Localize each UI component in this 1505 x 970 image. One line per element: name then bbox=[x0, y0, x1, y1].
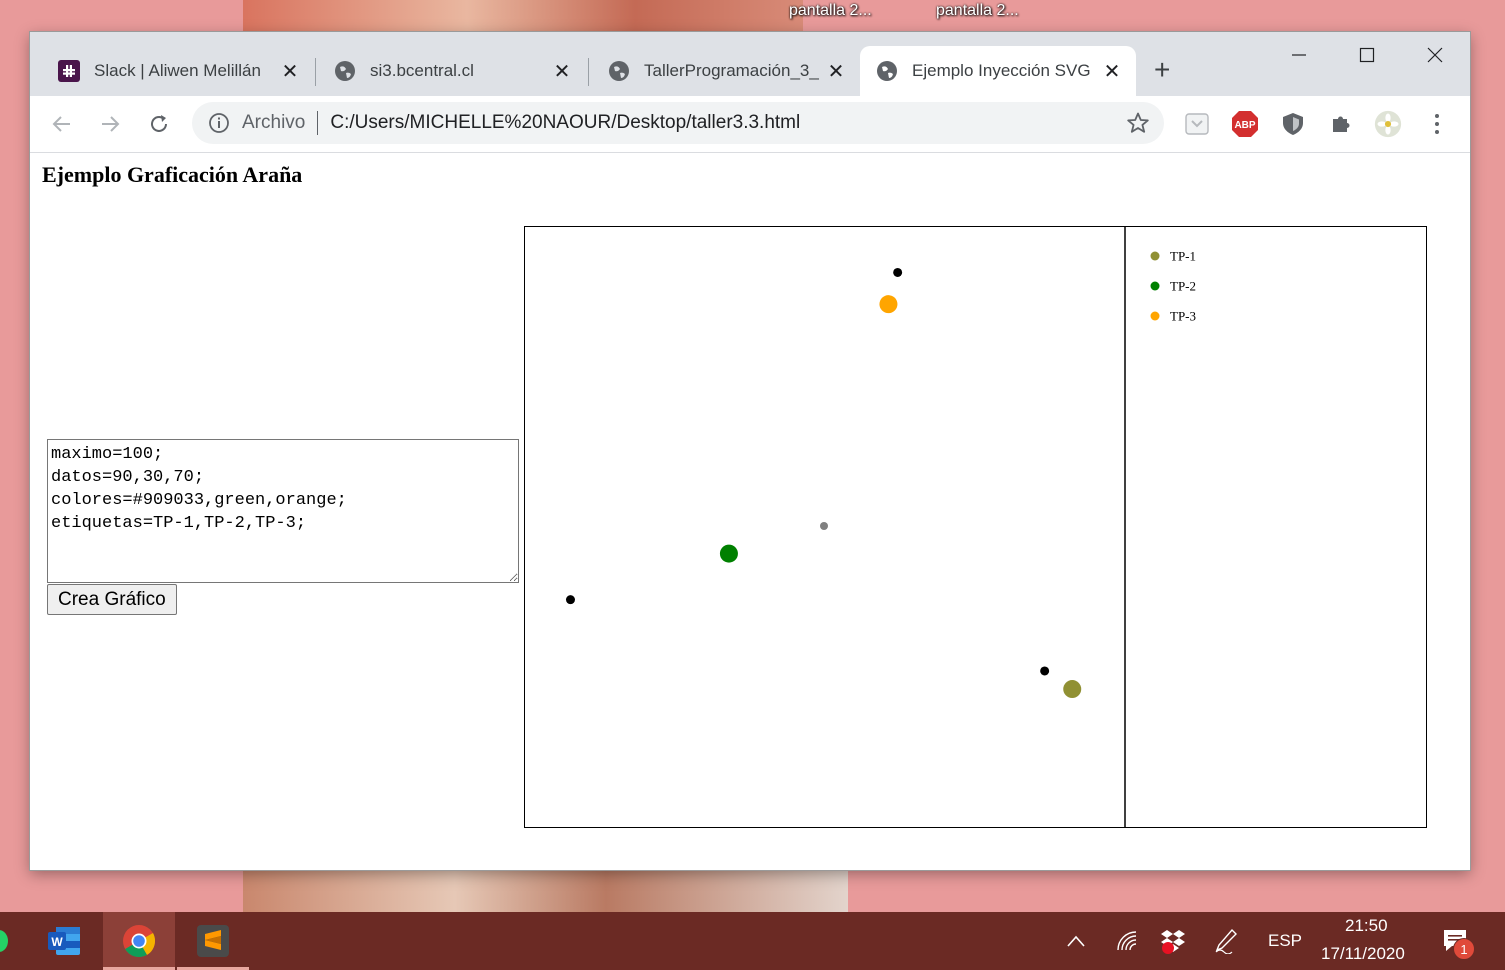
tab-slack[interactable]: Slack | Aliwen Melillán ✕ bbox=[42, 46, 314, 96]
create-chart-button[interactable]: Crea Gráfico bbox=[47, 584, 177, 615]
legend-label: TP-1 bbox=[1170, 249, 1196, 264]
menu-button[interactable] bbox=[1423, 110, 1451, 138]
arrow-right-icon bbox=[102, 116, 120, 132]
axis-reference-point bbox=[1040, 666, 1050, 676]
close-window-button[interactable] bbox=[1415, 40, 1455, 70]
page-content: Ejemplo Graficación Araña Crea Gráfico T… bbox=[30, 153, 1470, 870]
legend-label: TP-3 bbox=[1170, 309, 1196, 324]
taskbar-chrome[interactable] bbox=[103, 912, 175, 970]
globe-icon bbox=[335, 61, 355, 81]
clock-date[interactable]: 17/11/2020 bbox=[1321, 944, 1405, 964]
close-tab-icon[interactable]: ✕ bbox=[1100, 59, 1124, 83]
data-point-tp-2 bbox=[719, 544, 738, 563]
browser-toolbar: Archivo C:/Users/MICHELLE%20NAOUR/Deskto… bbox=[30, 96, 1470, 153]
taskbar-word[interactable]: W bbox=[28, 912, 100, 970]
minimize-icon bbox=[1292, 54, 1306, 56]
chevron-up-icon[interactable] bbox=[1066, 934, 1086, 948]
chart-frame bbox=[524, 226, 1427, 828]
address-bar[interactable]: Archivo C:/Users/MICHELLE%20NAOUR/Deskto… bbox=[192, 102, 1164, 144]
back-button[interactable] bbox=[46, 108, 78, 140]
notification-badge: 1 bbox=[1453, 938, 1475, 960]
close-tab-icon[interactable]: ✕ bbox=[550, 59, 574, 83]
dropbox-icon[interactable] bbox=[1160, 928, 1186, 954]
desktop-icon-label[interactable]: pantalla 2... bbox=[936, 2, 1019, 20]
maximize-button[interactable] bbox=[1347, 40, 1387, 70]
arrow-left-icon bbox=[52, 116, 70, 132]
info-icon[interactable] bbox=[208, 112, 230, 134]
adblock-extension[interactable]: ABP bbox=[1231, 110, 1259, 138]
chart-center-point bbox=[820, 522, 828, 530]
desktop-icon-label[interactable]: pantalla 2... bbox=[789, 2, 872, 20]
legend-label: TP-2 bbox=[1170, 279, 1196, 294]
puzzle-icon bbox=[1333, 116, 1350, 132]
whatsapp-icon[interactable] bbox=[0, 930, 8, 952]
globe-icon bbox=[609, 61, 629, 81]
radar-chart: TP-1 TP-2 TP-3 bbox=[524, 226, 1427, 828]
globe-icon bbox=[877, 61, 897, 81]
wallpaper-top bbox=[243, 0, 803, 32]
close-tab-icon[interactable]: ✕ bbox=[278, 59, 302, 83]
taskbar-sublime[interactable] bbox=[177, 912, 249, 970]
data-point-tp-1 bbox=[1063, 680, 1082, 699]
minimize-button[interactable] bbox=[1279, 40, 1319, 70]
taskbar: W ESP 21:50 17/11/2020 1 bbox=[0, 912, 1505, 970]
close-tab-icon[interactable]: ✕ bbox=[824, 59, 848, 83]
tab-taller[interactable]: TallerProgramación_3_ ✕ bbox=[592, 46, 860, 96]
tab-ejemplo-svg[interactable]: Ejemplo Inyección SVG ✕ bbox=[860, 46, 1136, 96]
notifications-button[interactable]: 1 bbox=[1442, 928, 1475, 960]
profile-button[interactable] bbox=[1374, 110, 1402, 138]
chrome-icon bbox=[123, 925, 156, 958]
legend-swatch bbox=[1150, 251, 1160, 261]
config-textarea[interactable] bbox=[47, 439, 519, 583]
pocket-icon bbox=[1185, 113, 1209, 135]
tab-title: si3.bcentral.cl bbox=[370, 61, 474, 80]
wifi-icon[interactable] bbox=[1114, 930, 1140, 952]
maximize-icon bbox=[1359, 47, 1375, 63]
tab-bcentral[interactable]: si3.bcentral.cl ✕ bbox=[318, 46, 586, 96]
browser-window: Slack | Aliwen Melillán ✕ si3.bcentral.c… bbox=[30, 32, 1470, 870]
profile-avatar bbox=[1374, 110, 1402, 138]
forward-button[interactable] bbox=[94, 108, 126, 140]
pocket-extension[interactable] bbox=[1183, 110, 1211, 138]
kebab-menu-icon bbox=[1435, 114, 1439, 134]
axis-reference-point bbox=[565, 595, 575, 605]
pen-icon[interactable] bbox=[1214, 928, 1238, 954]
adblock-icon: ABP bbox=[1232, 111, 1258, 137]
url-text[interactable]: C:/Users/MICHELLE%20NAOUR/Desktop/taller… bbox=[330, 112, 800, 134]
shield-extension[interactable] bbox=[1279, 110, 1307, 138]
axis-reference-point bbox=[893, 267, 903, 277]
language-indicator[interactable]: ESP bbox=[1268, 931, 1302, 951]
legend-swatch bbox=[1150, 311, 1160, 321]
sublime-icon bbox=[197, 925, 229, 957]
star-icon[interactable] bbox=[1126, 111, 1150, 135]
page-title: Ejemplo Graficación Araña bbox=[42, 162, 303, 187]
svg-text:ABP: ABP bbox=[1234, 120, 1255, 131]
tab-title: Ejemplo Inyección SVG bbox=[912, 61, 1091, 80]
tab-title: TallerProgramación_3_ bbox=[644, 61, 819, 80]
tab-strip: Slack | Aliwen Melillán ✕ si3.bcentral.c… bbox=[30, 32, 1470, 96]
data-point-tp-3 bbox=[879, 295, 898, 314]
svg-text:W: W bbox=[51, 935, 63, 949]
legend-swatch bbox=[1150, 281, 1160, 291]
reload-icon bbox=[151, 115, 167, 132]
slack-icon bbox=[58, 60, 80, 82]
shield-icon bbox=[1283, 113, 1303, 135]
wallpaper-bottom bbox=[243, 870, 848, 912]
new-tab-button[interactable]: + bbox=[1154, 56, 1170, 84]
extensions-button[interactable] bbox=[1327, 110, 1355, 138]
security-label: Archivo bbox=[242, 112, 306, 133]
tab-title: Slack | Aliwen Melillán bbox=[94, 61, 261, 80]
clock-time[interactable]: 21:50 bbox=[1345, 916, 1388, 936]
reload-button[interactable] bbox=[143, 108, 175, 140]
word-icon: W bbox=[48, 927, 80, 955]
close-icon bbox=[1427, 47, 1443, 63]
